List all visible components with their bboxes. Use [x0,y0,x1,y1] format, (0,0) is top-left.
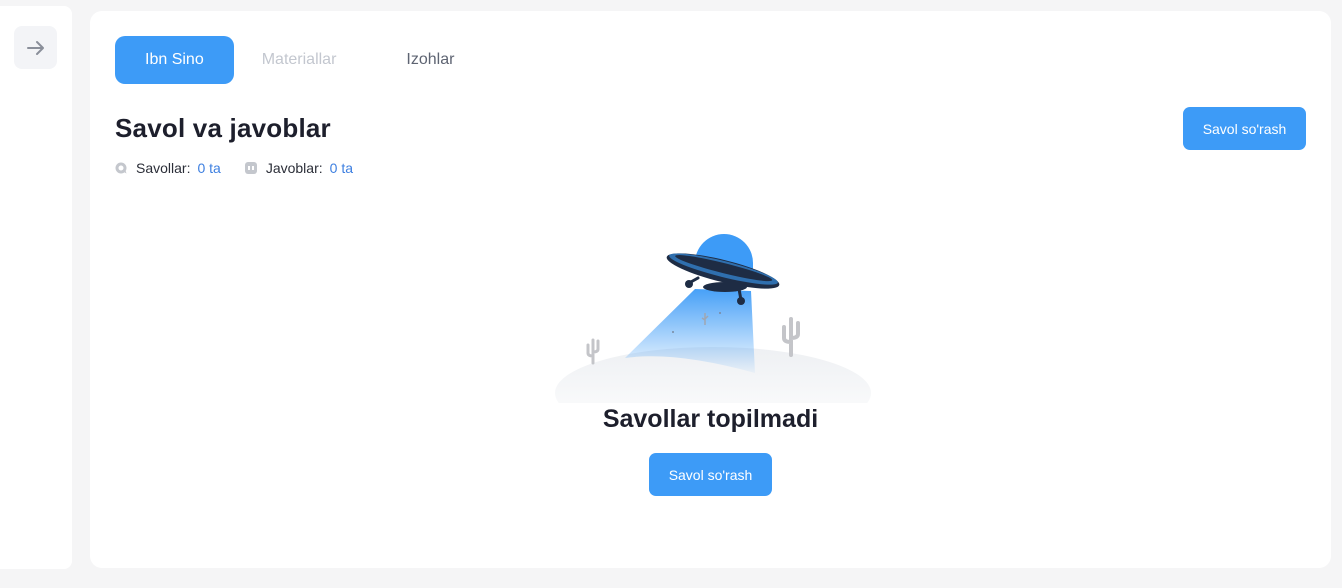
stats-row: Savollar: 0 ta Javoblar: 0 ta [115,160,377,176]
ufo-desert-illustration [555,234,871,403]
answers-stat: Javoblar: 0 ta [244,160,353,176]
answers-label: Javoblar: [265,160,323,176]
ask-question-button[interactable]: Savol so'rash [1183,107,1306,150]
arrow-right-icon [26,40,44,55]
tab-bar: Ibn Sino Materiallar Izohlar [115,36,482,84]
chat-icon [115,162,127,174]
page-title: Savol va javoblar [115,113,331,143]
tab-materiallar[interactable]: Materiallar [234,36,365,84]
questions-count: 0 ta [197,160,221,176]
empty-state-title: Savollar topilmadi [602,405,819,433]
questions-label: Savollar: [136,160,191,176]
main-panel: Ibn Sino Materiallar Izohlar Savol va ja… [90,11,1331,568]
questions-stat: Savollar: 0 ta [115,160,221,176]
tab-ibn-sino[interactable]: Ibn Sino [115,36,234,84]
sidebar-toggle-button[interactable] [14,26,57,69]
sidebar [0,6,72,569]
quote-icon [244,162,257,174]
answers-count: 0 ta [329,160,353,176]
tab-izohlar[interactable]: Izohlar [378,36,482,84]
ask-question-empty-button[interactable]: Savol so'rash [649,453,772,496]
